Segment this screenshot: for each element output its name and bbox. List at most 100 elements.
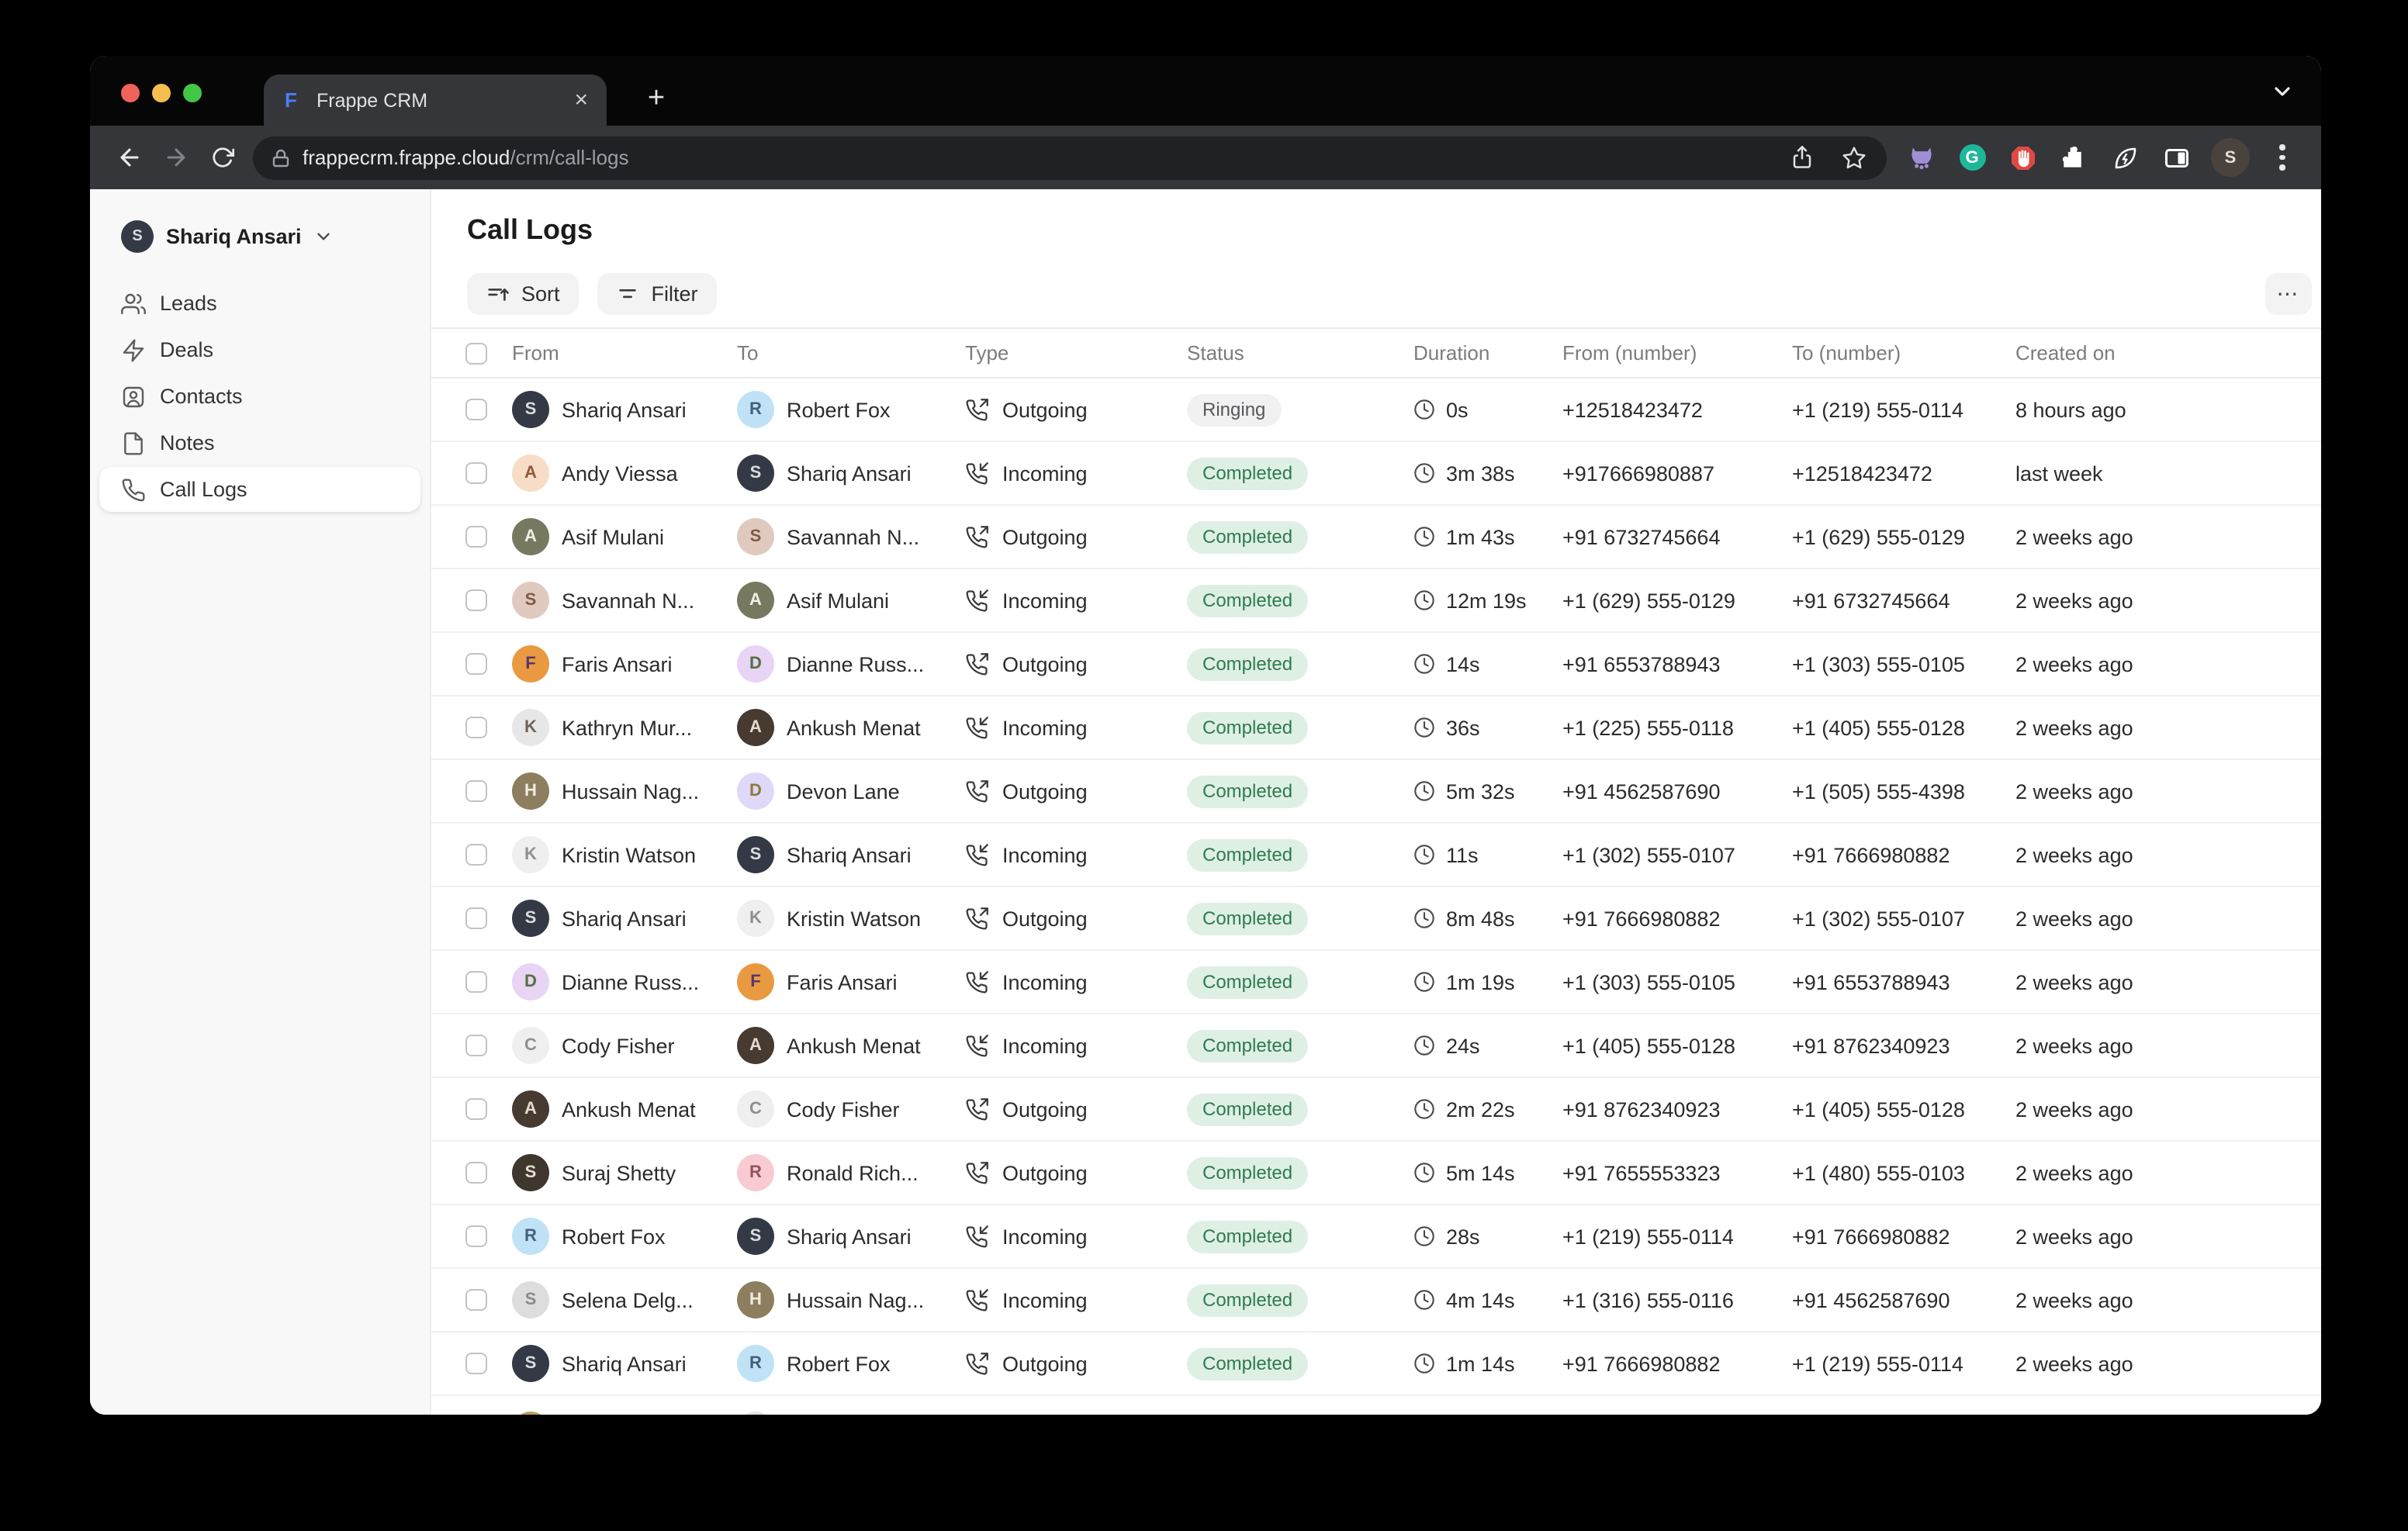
status-cell: Completed — [1187, 1029, 1413, 1062]
leaf-energy-icon[interactable] — [2110, 142, 2141, 173]
close-tab-icon[interactable]: × — [571, 88, 591, 112]
clock-icon — [1413, 526, 1435, 548]
type-cell: Incoming — [965, 1034, 1187, 1057]
sidebar-toggle-icon[interactable] — [2161, 142, 2192, 173]
table-row[interactable]: K Kathryn Mur... A Ankush Menat Incoming… — [431, 696, 2321, 760]
duration-value: 28s — [1446, 1225, 1480, 1248]
reload-button[interactable] — [199, 134, 245, 181]
to-cell: R Robert Fox — [737, 391, 965, 428]
row-checkbox[interactable] — [465, 1098, 487, 1120]
table-row[interactable]: C Cody Fisher A Ankush Menat Incoming Co… — [431, 1014, 2321, 1078]
row-checkbox[interactable] — [465, 780, 487, 802]
url-bar[interactable]: frappecrm.frappe.cloud/crm/call-logs — [253, 136, 1887, 179]
row-checkbox[interactable] — [465, 844, 487, 866]
from-cell: K Kathryn Mur... — [512, 709, 737, 746]
github-octocat-icon[interactable] — [1905, 142, 1936, 173]
to-name: Ankush Menat — [787, 716, 921, 739]
row-checkbox[interactable] — [465, 1353, 487, 1374]
row-checkbox[interactable] — [465, 1035, 487, 1056]
duration-value: 0s — [1446, 398, 1469, 421]
avatar: F — [737, 963, 774, 1001]
new-tab-button[interactable]: + — [633, 76, 680, 123]
column-header-to-number: To (number) — [1792, 341, 2015, 365]
avatar: D — [512, 963, 549, 1001]
row-checkbox[interactable] — [465, 653, 487, 675]
filter-button[interactable]: Filter — [597, 273, 717, 315]
table-row[interactable]: S Shariq Ansari R Robert Fox Outgoing Ri… — [431, 378, 2321, 442]
browser-menu-icon[interactable] — [2268, 145, 2296, 171]
status-badge: Completed — [1187, 838, 1308, 871]
row-checkbox[interactable] — [465, 971, 487, 993]
zoom-window-button[interactable] — [183, 84, 202, 102]
clock-icon — [1413, 1098, 1435, 1120]
to-number: +12518423472 — [1792, 461, 2015, 485]
puzzle-extensions-icon[interactable] — [2059, 142, 2090, 173]
table-row[interactable]: F Faris Ansari D Dianne Russ... Outgoing… — [431, 633, 2321, 696]
to-cell: S Shariq Ansari — [737, 454, 965, 492]
share-icon[interactable] — [1781, 137, 1822, 178]
table-row[interactable]: S Suraj Shetty R Ronald Rich... Outgoing… — [431, 1142, 2321, 1205]
grammarly-icon[interactable]: G — [1956, 142, 1988, 173]
duration-cell: 36s — [1413, 716, 1562, 739]
table-row[interactable]: S Shariq Ansari K Kristin Watson Outgoin… — [431, 887, 2321, 951]
select-all-checkbox[interactable] — [465, 342, 487, 364]
table-row[interactable]: H Hussain Nag... D Devon Lane Outgoing C… — [431, 760, 2321, 824]
type-cell: Outgoing — [965, 1161, 1187, 1184]
column-header-from-number: From (number) — [1562, 341, 1792, 365]
avatar: S — [737, 518, 774, 555]
duration-cell: 8m 48s — [1413, 907, 1562, 930]
to-number: +1 (405) 555-0128 — [1792, 1097, 2015, 1121]
row-checkbox[interactable] — [465, 907, 487, 929]
chevron-down-icon[interactable] — [2270, 79, 2295, 112]
browser-tab[interactable]: F Frappe CRM × — [264, 74, 607, 126]
row-checkbox[interactable] — [465, 526, 487, 548]
page-title: Call Logs — [467, 214, 593, 247]
row-checkbox[interactable] — [465, 462, 487, 484]
table-row[interactable]: S Savannah N... A Asif Mulani Incoming C… — [431, 569, 2321, 633]
bookmark-star-icon[interactable] — [1834, 137, 1874, 178]
phone-outgoing-icon — [965, 1161, 988, 1184]
sort-button[interactable]: Sort — [467, 273, 579, 315]
phone-outgoing-icon — [965, 652, 988, 676]
from-cell: D Dianne Russ... — [512, 963, 737, 1001]
row-checkbox[interactable] — [465, 589, 487, 611]
avatar: S — [512, 1345, 549, 1382]
from-number: +1 (302) 555-0107 — [1562, 843, 1792, 866]
table-row[interactable]: R Robert Fox S Shariq Ansari Incoming Co… — [431, 1205, 2321, 1269]
sidebar-item-contacts[interactable]: Contacts — [99, 374, 420, 419]
clock-icon — [1413, 717, 1435, 738]
table-row-partial[interactable] — [431, 1396, 2321, 1415]
minimize-window-button[interactable] — [152, 84, 171, 102]
adblock-icon[interactable] — [2008, 142, 2039, 173]
to-name: Shariq Ansari — [787, 843, 912, 866]
status-badge: Completed — [1187, 902, 1308, 935]
type-label: Outgoing — [1002, 1161, 1088, 1184]
window-controls[interactable] — [121, 84, 202, 102]
row-checkbox[interactable] — [465, 1289, 487, 1311]
user-menu[interactable]: S Shariq Ansari — [99, 214, 420, 257]
table-row[interactable]: S Selena Delg... H Hussain Nag... Incomi… — [431, 1269, 2321, 1332]
status-badge: Completed — [1187, 711, 1308, 744]
more-options-button[interactable]: ⋯ — [2265, 273, 2312, 315]
table-row[interactable]: K Kristin Watson S Shariq Ansari Incomin… — [431, 824, 2321, 887]
close-window-button[interactable] — [121, 84, 140, 102]
sidebar-item-call-logs[interactable]: Call Logs — [99, 467, 420, 512]
sidebar-item-leads[interactable]: Leads — [99, 281, 420, 326]
forward-button[interactable] — [152, 134, 199, 181]
row-checkbox[interactable] — [465, 717, 487, 738]
back-button[interactable] — [106, 134, 152, 181]
table-row[interactable]: D Dianne Russ... F Faris Ansari Incoming… — [431, 951, 2321, 1014]
row-checkbox[interactable] — [465, 1225, 487, 1247]
table-row[interactable]: S Shariq Ansari R Robert Fox Outgoing Co… — [431, 1332, 2321, 1396]
from-cell: S Shariq Ansari — [512, 391, 737, 428]
sidebar-item-notes[interactable]: Notes — [99, 420, 420, 465]
browser-profile-avatar[interactable]: S — [2211, 138, 2250, 177]
sidebar-item-deals[interactable]: Deals — [99, 327, 420, 372]
table-row[interactable]: A Andy Viessa S Shariq Ansari Incoming C… — [431, 442, 2321, 506]
table-row[interactable]: A Ankush Menat C Cody Fisher Outgoing Co… — [431, 1078, 2321, 1142]
avatar: K — [737, 900, 774, 937]
row-checkbox[interactable] — [465, 399, 487, 420]
phone-incoming-icon — [965, 1034, 988, 1057]
row-checkbox[interactable] — [465, 1162, 487, 1184]
table-row[interactable]: A Asif Mulani S Savannah N... Outgoing C… — [431, 506, 2321, 569]
